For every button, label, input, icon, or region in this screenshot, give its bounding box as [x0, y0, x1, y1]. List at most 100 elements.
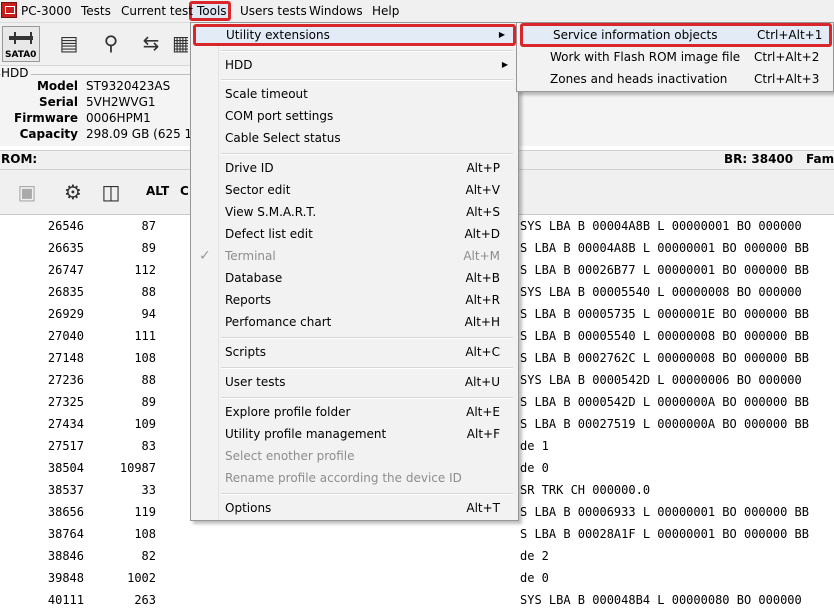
log-delta: 83 — [141, 439, 156, 453]
log-time: 40111 — [47, 593, 84, 607]
submenu-arrow-icon: ▶ — [498, 30, 505, 39]
menu-item-label: Defect list edit — [225, 227, 313, 241]
log-message: de 0 — [520, 571, 549, 585]
log-delta: 111 — [134, 329, 156, 343]
submenu-item-shortcut: Ctrl+Alt+3 — [754, 72, 820, 86]
model-value: ST9320423AS — [86, 79, 171, 93]
log-message: S LBA B 0002762C L 00000008 BO 000000 BB — [520, 351, 809, 365]
log-message: de 1 — [520, 439, 549, 453]
menu-windows[interactable]: Windows — [309, 0, 363, 22]
log-time: 38846 — [47, 549, 84, 563]
rom-label: ROM: — [1, 152, 38, 166]
menu-item-database[interactable]: Database Alt+B — [193, 267, 516, 289]
key-icon[interactable]: ⚲ — [96, 28, 126, 58]
menu-item-shortcut: Alt+S — [466, 205, 500, 219]
log-delta: 89 — [141, 241, 156, 255]
log-delta: 82 — [141, 549, 156, 563]
menu-separator — [221, 493, 513, 495]
menu-item-label: Database — [225, 271, 283, 285]
menu-item-cable-select-status[interactable]: Cable Select status — [193, 127, 516, 149]
menu-item-label: Explore profile folder — [225, 405, 351, 419]
scroll-icon[interactable]: ▤ — [54, 28, 84, 58]
menu-item-shortcut: Alt+F — [466, 427, 500, 441]
menu-item-label: Scripts — [225, 345, 267, 359]
save-icon[interactable]: ◫ — [96, 177, 126, 207]
log-time: 26835 — [47, 285, 84, 299]
log-message: SYS LBA B 00005540 L 00000008 BO 000000 — [520, 285, 802, 299]
menu-item-label: Rename profile according the device ID — [225, 471, 462, 485]
menu-item-label: Perfomance chart — [225, 315, 332, 329]
menu-tools[interactable]: Tools — [197, 0, 227, 22]
log-time: 26546 — [47, 219, 84, 233]
menu-item-perfomance-chart[interactable]: Perfomance chart Alt+H — [193, 311, 516, 333]
config-icon[interactable]: ⚙ — [58, 177, 88, 207]
menu-item-label: Terminal — [225, 249, 276, 263]
puzzle-icon[interactable]: ▣ — [12, 177, 42, 207]
menu-item-view-smart[interactable]: View S.M.A.R.T. Alt+S — [193, 201, 516, 223]
menu-item-com-port-settings[interactable]: COM port settings — [193, 105, 516, 127]
menu-item-utility-profile-management[interactable]: Utility profile management Alt+F — [193, 423, 516, 445]
menu-item-user-tests[interactable]: User tests Alt+U — [193, 371, 516, 393]
submenu-item-service-information-objects[interactable]: Service information objects Ctrl+Alt+1 — [520, 23, 832, 47]
c-button[interactable]: C — [180, 184, 189, 198]
menu-item-label: User tests — [225, 375, 286, 389]
menu-item-label: Reports — [225, 293, 272, 307]
log-delta: 112 — [134, 263, 156, 277]
menu-users-tests[interactable]: Users tests — [240, 0, 307, 22]
checkmark-icon: ✓ — [199, 248, 211, 264]
menu-separator — [221, 50, 513, 52]
submenu-item-flash-rom-image[interactable]: Work with Flash ROM image file Ctrl+Alt+… — [520, 46, 832, 68]
submenu-item-label: Work with Flash ROM image file — [550, 50, 741, 64]
log-delta: 33 — [141, 483, 156, 497]
menu-item-scripts[interactable]: Scripts Alt+C — [193, 341, 516, 363]
menu-separator — [221, 79, 513, 81]
submenu-item-label: Service information objects — [553, 28, 718, 42]
toolbar-icon[interactable]: ▦ — [172, 28, 188, 58]
menu-item-explore-profile-folder[interactable]: Explore profile folder Alt+E — [193, 401, 516, 423]
menu-item-shortcut: Alt+E — [466, 405, 500, 419]
menu-item-label: Drive ID — [225, 161, 274, 175]
log-message: SYS LBA B 000048B4 L 00000080 BO 000000 — [520, 593, 802, 607]
log-row: 39848 1002 de 0 — [0, 571, 834, 593]
log-row: 38764 108 S LBA B 00028A1F L 00000001 BO 0… — [0, 527, 834, 549]
submenu-item-label: Zones and heads inactivation — [550, 72, 728, 86]
log-delta: 1002 — [127, 571, 156, 585]
menu-item-sector-edit[interactable]: Sector edit Alt+V — [193, 179, 516, 201]
log-message: S LBA B 0000542D L 0000000A BO 000000 BB — [520, 395, 809, 409]
log-delta: 10987 — [119, 461, 156, 475]
menu-item-defect-list-edit[interactable]: Defect list edit Alt+D — [193, 223, 516, 245]
menu-separator — [221, 397, 513, 399]
menu-item-select-another-profile: Select enother profile — [193, 445, 516, 467]
log-delta: 108 — [134, 351, 156, 365]
log-message: S LBA B 00004A8B L 00000001 BO 000000 BB — [520, 241, 809, 255]
menu-bar: PC-3000 Tests Current test Tools Users t… — [0, 0, 834, 23]
menu-item-shortcut: Alt+R — [465, 293, 500, 307]
menu-item-shortcut: Alt+U — [464, 375, 500, 389]
menu-item-terminal: ✓ Terminal Alt+M — [193, 245, 516, 267]
menu-item-hdd[interactable]: HDD ▶ — [193, 54, 516, 76]
log-time: 27148 — [47, 351, 84, 365]
menu-item-utility-extensions[interactable]: Utility extensions ▶ — [193, 24, 516, 46]
sata0-port-button[interactable]: SATA0 — [2, 26, 40, 62]
menu-tests[interactable]: Tests — [81, 0, 111, 22]
menu-item-label: COM port settings — [225, 109, 334, 123]
menu-pc3000[interactable]: PC-3000 — [21, 0, 71, 22]
family-label: Fam: — [806, 152, 834, 166]
menu-item-label: View S.M.A.R.T. — [225, 205, 317, 219]
port-switch-icon[interactable]: ⇆ — [136, 28, 166, 58]
submenu-item-zones-heads-inactivation[interactable]: Zones and heads inactivation Ctrl+Alt+3 — [520, 68, 832, 90]
menu-help[interactable]: Help — [372, 0, 399, 22]
serial-label: Serial — [38, 95, 78, 109]
log-time: 27325 — [47, 395, 84, 409]
log-row: 40111 263 SYS LBA B 000048B4 L 00000080 BO… — [0, 593, 834, 615]
log-time: 27236 — [47, 373, 84, 387]
menu-item-drive-id[interactable]: Drive ID Alt+P — [193, 157, 516, 179]
menu-item-scale-timeout[interactable]: Scale timeout — [193, 83, 516, 105]
alt-button[interactable]: ALT — [146, 184, 169, 198]
menu-separator — [221, 367, 513, 369]
menu-item-reports[interactable]: Reports Alt+R — [193, 289, 516, 311]
menu-item-options[interactable]: Options Alt+T — [193, 497, 516, 519]
menu-current-test[interactable]: Current test — [121, 0, 193, 22]
log-row: 38846 82 de 2 — [0, 549, 834, 571]
menu-item-shortcut: Alt+D — [464, 227, 500, 241]
